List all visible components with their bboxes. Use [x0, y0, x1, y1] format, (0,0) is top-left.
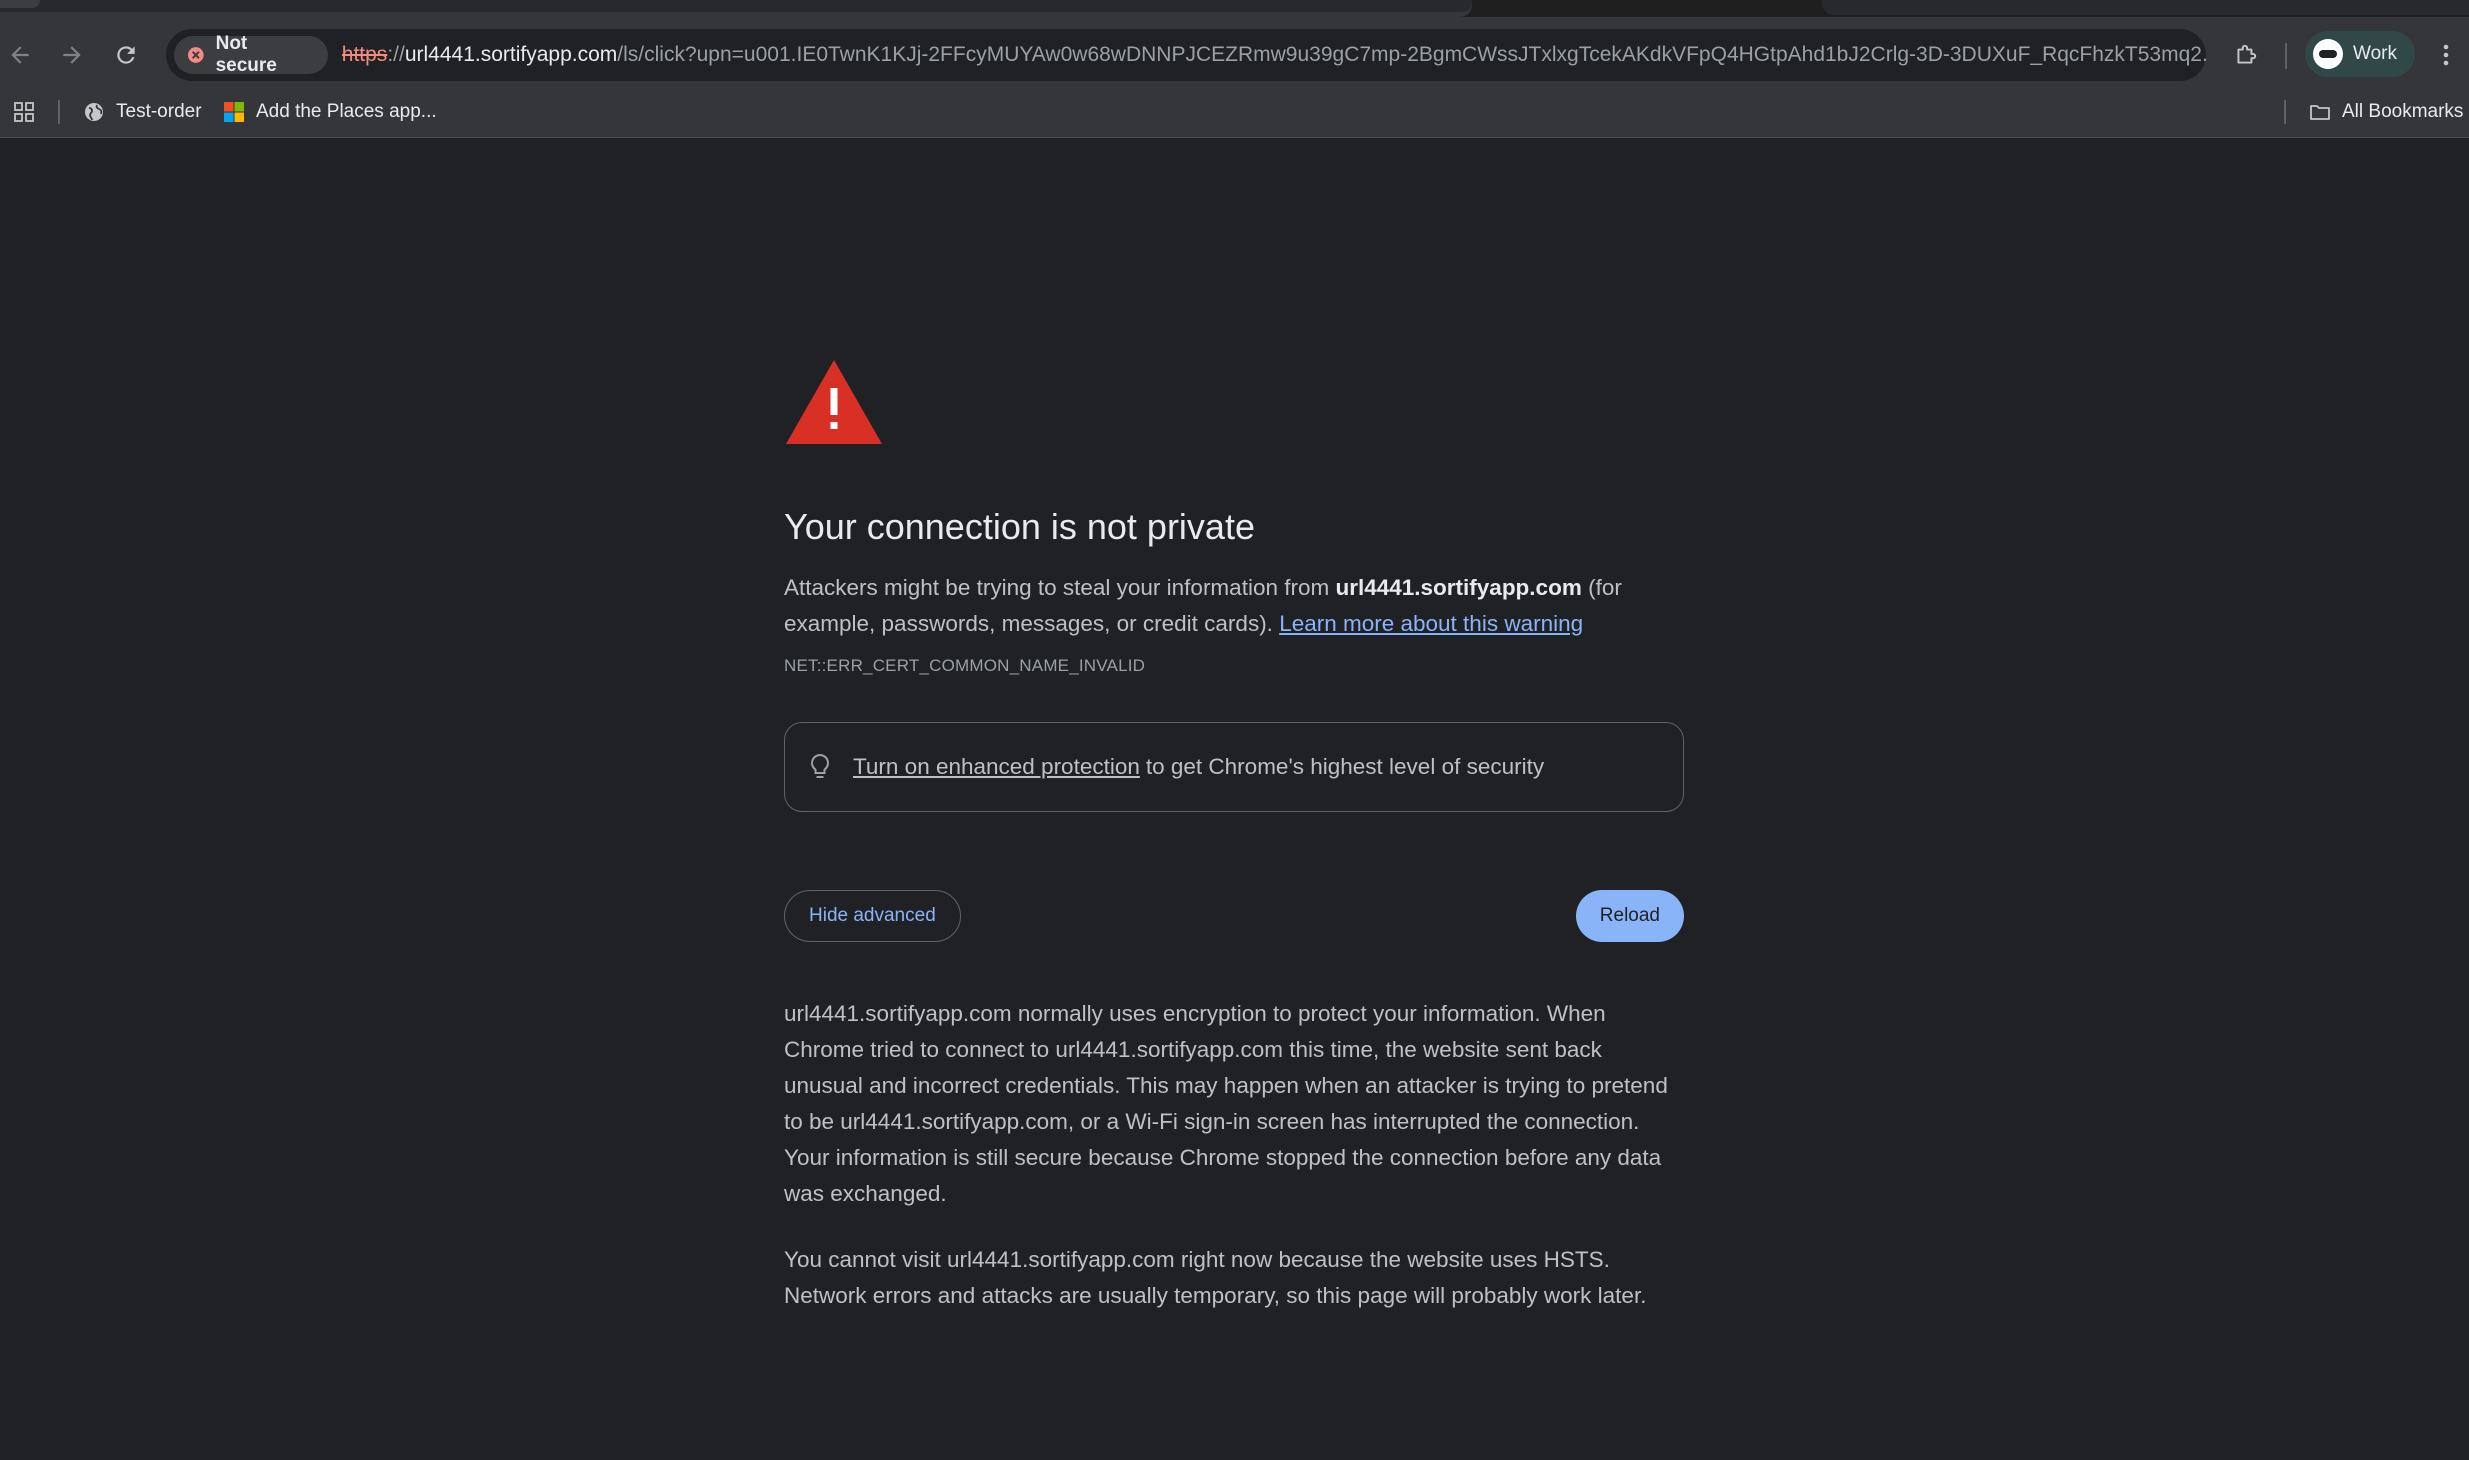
avatar: [2313, 39, 2343, 69]
apps-grid-icon[interactable]: [12, 100, 36, 124]
bookmark-label: Test-order: [116, 101, 202, 122]
enhanced-protection-box: Turn on enhanced protection to get Chrom…: [784, 722, 1684, 812]
profile-label: Work: [2353, 43, 2397, 64]
bookmark-label: Add the Places app...: [256, 101, 437, 122]
bookmark-add-places-app[interactable]: Add the Places app...: [222, 96, 437, 128]
url-scheme: https: [341, 43, 388, 66]
details-paragraph: url4441.sortifyapp.com normally uses enc…: [784, 1001, 1668, 1206]
refresh-icon: [117, 46, 135, 64]
address-bar[interactable]: Not secure https://url4441.sortifyapp.co…: [166, 29, 2349, 81]
warning-description: Attackers might be trying to steal your …: [784, 570, 1684, 642]
hide-advanced-button[interactable]: Hide advanced: [784, 890, 961, 942]
tab-background: [0, 0, 1472, 12]
hsts-paragraph: You cannot visit url4441.sortifyapp.com …: [784, 1247, 1647, 1308]
back-button[interactable]: [0, 35, 40, 75]
arrow-left-icon: [11, 46, 29, 64]
extensions-button[interactable]: [2226, 35, 2266, 75]
url-separator: ://: [387, 43, 405, 66]
bookmarks-divider: [58, 100, 60, 124]
arrow-right-icon: [63, 46, 81, 64]
reload-page-button[interactable]: Reload: [1575, 890, 1684, 942]
globe-icon: [85, 103, 103, 121]
desc-prefix: Attackers might be trying to steal your …: [784, 575, 1336, 600]
url-text[interactable]: https://url4441.sortifyapp.com/ls/click?…: [342, 43, 2206, 67]
desc-host: url4441.sortifyapp.com: [1335, 575, 1582, 600]
error-code: NET::ERR_CERT_COMMON_NAME_INVALID: [784, 656, 1146, 675]
enhanced-protection-link[interactable]: Turn on enhanced protection: [853, 754, 1140, 780]
more-vert-icon: [2443, 44, 2449, 66]
security-chip[interactable]: Not secure: [174, 33, 328, 76]
enhanced-protection-text: to get Chrome's highest level of securit…: [1145, 754, 1545, 779]
interstitial-content: Your connection is not private Attackers…: [784, 358, 1684, 1314]
warning-triangle-icon: [786, 360, 882, 444]
tab-strip: [0, 0, 2469, 17]
tab-nub: [0, 0, 40, 8]
toolbar-divider: [2285, 43, 2287, 69]
all-bookmarks-label: All Bookmarks: [2342, 101, 2464, 122]
chrome-menu-button[interactable]: [2430, 35, 2462, 75]
url-host: url4441.sortifyapp.com: [404, 43, 618, 66]
microsoft-icon: [224, 102, 244, 122]
bookmarks-bar: Test-order Add the Places app... All Boo…: [0, 86, 2469, 138]
lightbulb-icon: [811, 753, 829, 778]
reload-button[interactable]: [106, 35, 146, 75]
action-buttons: Hide advanced Reload: [784, 890, 1684, 942]
forward-button[interactable]: [52, 35, 92, 75]
folder-icon: [2310, 105, 2330, 120]
learn-more-link[interactable]: Learn more about this warning: [1279, 611, 1583, 636]
advanced-details: url4441.sortifyapp.com normally uses enc…: [784, 996, 1684, 1314]
security-label: Not secure: [215, 33, 277, 76]
page-title: Your connection is not private: [784, 506, 1255, 547]
bookmark-test-order[interactable]: Test-order: [82, 96, 202, 128]
all-bookmarks-button[interactable]: All Bookmarks: [2308, 96, 2463, 128]
error-circle-icon: [187, 47, 204, 63]
url-path: /ls/click?upn=u001.IE0TwnK1KJj-2FFcyMUYA…: [617, 43, 2206, 66]
tab-inactive[interactable]: [1822, 0, 2469, 15]
bookmarks-divider-right: [2284, 100, 2286, 124]
profile-button[interactable]: Work: [2305, 31, 2415, 77]
puzzle-icon: [2237, 44, 2257, 64]
